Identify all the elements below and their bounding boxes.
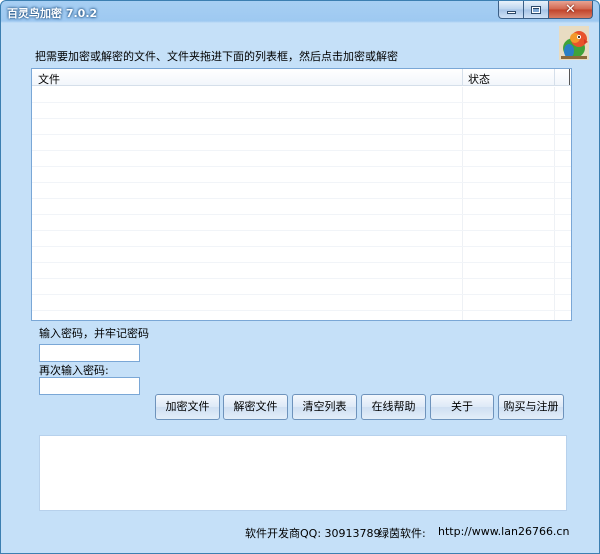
close-button[interactable]: ✕ bbox=[549, 1, 593, 19]
window-controls: ✕ bbox=[498, 1, 593, 20]
minimize-icon bbox=[506, 11, 516, 14]
confirm-password-label: 再次输入密码: bbox=[39, 364, 109, 377]
column-separator[interactable] bbox=[462, 69, 463, 85]
minimize-button[interactable] bbox=[498, 1, 524, 19]
password-input[interactable] bbox=[39, 344, 140, 362]
title-bar[interactable]: 百灵鸟加密 7.0.2 ✕ bbox=[1, 1, 599, 22]
grid-line bbox=[32, 310, 571, 311]
status-log-area bbox=[39, 435, 567, 511]
close-icon: ✕ bbox=[565, 2, 576, 17]
password-label: 输入密码，并牢记密码 bbox=[39, 327, 149, 340]
maximize-icon bbox=[531, 5, 541, 14]
confirm-password-input[interactable] bbox=[39, 377, 140, 395]
grid-line bbox=[32, 294, 571, 295]
grid-line bbox=[462, 87, 463, 320]
file-list-header: 文件 状态 bbox=[32, 69, 571, 86]
main-window: 百灵鸟加密 7.0.2 ✕ 把需要加密或解密的文件、文件夹拖进下面的列表框，然后… bbox=[0, 0, 600, 554]
grid-line bbox=[32, 278, 571, 279]
grid-line bbox=[32, 150, 571, 151]
grid-line bbox=[32, 214, 571, 215]
column-header-status[interactable]: 状态 bbox=[468, 71, 490, 87]
about-button[interactable]: 关于 bbox=[430, 394, 494, 420]
online-help-button[interactable]: 在线帮助 bbox=[361, 394, 426, 420]
grid-line bbox=[32, 118, 571, 119]
window-title: 百灵鸟加密 7.0.2 bbox=[7, 7, 98, 20]
grid-line bbox=[32, 230, 571, 231]
grid-line bbox=[32, 198, 571, 199]
grid-line bbox=[32, 134, 571, 135]
grid-line bbox=[32, 182, 571, 183]
grid-line bbox=[32, 102, 571, 103]
grid-line bbox=[32, 166, 571, 167]
column-header-file[interactable]: 文件 bbox=[38, 71, 60, 87]
instruction-text: 把需要加密或解密的文件、文件夹拖进下面的列表框，然后点击加密或解密 bbox=[35, 50, 398, 63]
website-link[interactable]: http://www.lan26766.cn bbox=[438, 525, 569, 538]
grid-line bbox=[32, 262, 571, 263]
file-list-body[interactable] bbox=[32, 87, 571, 320]
maximize-button[interactable] bbox=[524, 1, 549, 19]
software-label: 绿茵软件: bbox=[378, 527, 426, 540]
decrypt-button[interactable]: 解密文件 bbox=[223, 394, 288, 420]
column-separator[interactable] bbox=[554, 69, 555, 85]
column-separator bbox=[569, 69, 570, 85]
grid-line bbox=[554, 87, 555, 320]
file-list[interactable]: 文件 状态 bbox=[31, 68, 572, 321]
developer-contact: 软件开发商QQ: 30913789 bbox=[245, 527, 381, 540]
buy-register-button[interactable]: 购买与注册 bbox=[498, 394, 564, 420]
grid-line bbox=[32, 246, 571, 247]
encrypt-button[interactable]: 加密文件 bbox=[155, 394, 220, 420]
lovebird-logo-icon bbox=[559, 26, 589, 60]
clear-list-button[interactable]: 清空列表 bbox=[292, 394, 357, 420]
